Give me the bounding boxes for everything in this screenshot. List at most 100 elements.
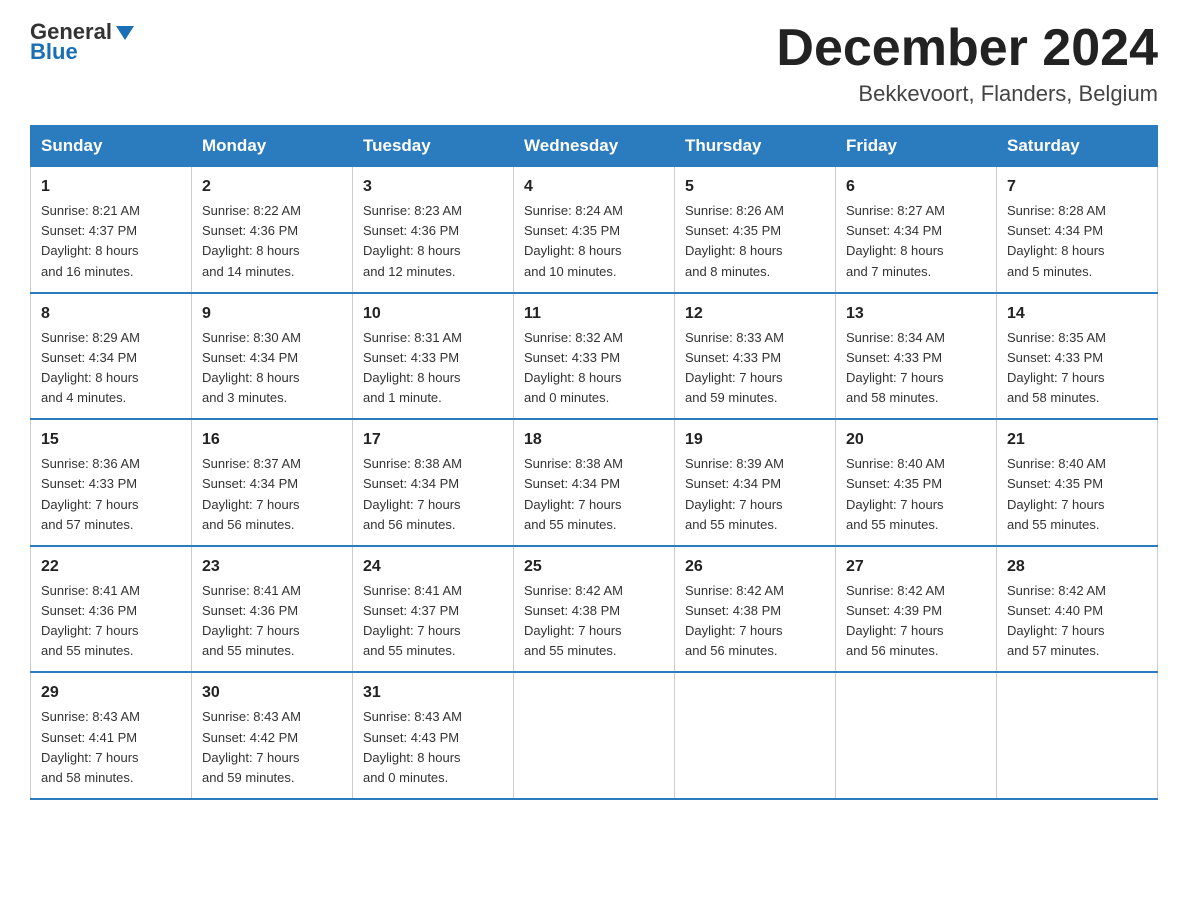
day-cell-25: 25Sunrise: 8:42 AM Sunset: 4:38 PM Dayli… bbox=[514, 546, 675, 673]
day-cell-26: 26Sunrise: 8:42 AM Sunset: 4:38 PM Dayli… bbox=[675, 546, 836, 673]
day-info: Sunrise: 8:42 AM Sunset: 4:39 PM Dayligh… bbox=[846, 581, 986, 662]
day-cell-19: 19Sunrise: 8:39 AM Sunset: 4:34 PM Dayli… bbox=[675, 419, 836, 546]
day-number: 6 bbox=[846, 175, 986, 199]
day-info: Sunrise: 8:43 AM Sunset: 4:42 PM Dayligh… bbox=[202, 707, 342, 788]
day-number: 21 bbox=[1007, 428, 1147, 452]
day-number: 22 bbox=[41, 555, 181, 579]
week-row-3: 15Sunrise: 8:36 AM Sunset: 4:33 PM Dayli… bbox=[31, 419, 1158, 546]
day-info: Sunrise: 8:29 AM Sunset: 4:34 PM Dayligh… bbox=[41, 328, 181, 409]
day-info: Sunrise: 8:40 AM Sunset: 4:35 PM Dayligh… bbox=[846, 454, 986, 535]
day-number: 14 bbox=[1007, 302, 1147, 326]
week-row-2: 8Sunrise: 8:29 AM Sunset: 4:34 PM Daylig… bbox=[31, 293, 1158, 420]
day-info: Sunrise: 8:42 AM Sunset: 4:40 PM Dayligh… bbox=[1007, 581, 1147, 662]
day-info: Sunrise: 8:27 AM Sunset: 4:34 PM Dayligh… bbox=[846, 201, 986, 282]
day-cell-13: 13Sunrise: 8:34 AM Sunset: 4:33 PM Dayli… bbox=[836, 293, 997, 420]
day-cell-29: 29Sunrise: 8:43 AM Sunset: 4:41 PM Dayli… bbox=[31, 672, 192, 799]
logo: General Blue bbox=[30, 20, 136, 64]
day-cell-18: 18Sunrise: 8:38 AM Sunset: 4:34 PM Dayli… bbox=[514, 419, 675, 546]
day-number: 5 bbox=[685, 175, 825, 199]
day-info: Sunrise: 8:30 AM Sunset: 4:34 PM Dayligh… bbox=[202, 328, 342, 409]
week-row-4: 22Sunrise: 8:41 AM Sunset: 4:36 PM Dayli… bbox=[31, 546, 1158, 673]
day-cell-3: 3Sunrise: 8:23 AM Sunset: 4:36 PM Daylig… bbox=[353, 167, 514, 293]
day-number: 3 bbox=[363, 175, 503, 199]
location-subtitle: Bekkevoort, Flanders, Belgium bbox=[776, 81, 1158, 107]
day-cell-15: 15Sunrise: 8:36 AM Sunset: 4:33 PM Dayli… bbox=[31, 419, 192, 546]
day-cell-2: 2Sunrise: 8:22 AM Sunset: 4:36 PM Daylig… bbox=[192, 167, 353, 293]
day-info: Sunrise: 8:31 AM Sunset: 4:33 PM Dayligh… bbox=[363, 328, 503, 409]
day-cell-22: 22Sunrise: 8:41 AM Sunset: 4:36 PM Dayli… bbox=[31, 546, 192, 673]
day-info: Sunrise: 8:43 AM Sunset: 4:41 PM Dayligh… bbox=[41, 707, 181, 788]
day-info: Sunrise: 8:33 AM Sunset: 4:33 PM Dayligh… bbox=[685, 328, 825, 409]
empty-cell bbox=[836, 672, 997, 799]
day-cell-30: 30Sunrise: 8:43 AM Sunset: 4:42 PM Dayli… bbox=[192, 672, 353, 799]
day-number: 4 bbox=[524, 175, 664, 199]
title-block: December 2024 Bekkevoort, Flanders, Belg… bbox=[776, 20, 1158, 107]
day-cell-11: 11Sunrise: 8:32 AM Sunset: 4:33 PM Dayli… bbox=[514, 293, 675, 420]
day-info: Sunrise: 8:41 AM Sunset: 4:36 PM Dayligh… bbox=[202, 581, 342, 662]
day-number: 29 bbox=[41, 681, 181, 705]
day-info: Sunrise: 8:28 AM Sunset: 4:34 PM Dayligh… bbox=[1007, 201, 1147, 282]
day-info: Sunrise: 8:35 AM Sunset: 4:33 PM Dayligh… bbox=[1007, 328, 1147, 409]
day-info: Sunrise: 8:32 AM Sunset: 4:33 PM Dayligh… bbox=[524, 328, 664, 409]
empty-cell bbox=[997, 672, 1158, 799]
day-info: Sunrise: 8:42 AM Sunset: 4:38 PM Dayligh… bbox=[524, 581, 664, 662]
day-number: 25 bbox=[524, 555, 664, 579]
day-cell-28: 28Sunrise: 8:42 AM Sunset: 4:40 PM Dayli… bbox=[997, 546, 1158, 673]
day-number: 13 bbox=[846, 302, 986, 326]
day-cell-10: 10Sunrise: 8:31 AM Sunset: 4:33 PM Dayli… bbox=[353, 293, 514, 420]
day-info: Sunrise: 8:36 AM Sunset: 4:33 PM Dayligh… bbox=[41, 454, 181, 535]
day-info: Sunrise: 8:39 AM Sunset: 4:34 PM Dayligh… bbox=[685, 454, 825, 535]
day-info: Sunrise: 8:37 AM Sunset: 4:34 PM Dayligh… bbox=[202, 454, 342, 535]
day-number: 31 bbox=[363, 681, 503, 705]
day-info: Sunrise: 8:41 AM Sunset: 4:36 PM Dayligh… bbox=[41, 581, 181, 662]
day-number: 12 bbox=[685, 302, 825, 326]
day-cell-4: 4Sunrise: 8:24 AM Sunset: 4:35 PM Daylig… bbox=[514, 167, 675, 293]
day-number: 28 bbox=[1007, 555, 1147, 579]
empty-cell bbox=[675, 672, 836, 799]
weekday-header-friday: Friday bbox=[836, 126, 997, 167]
weekday-header-saturday: Saturday bbox=[997, 126, 1158, 167]
day-number: 8 bbox=[41, 302, 181, 326]
weekday-header-sunday: Sunday bbox=[31, 126, 192, 167]
week-row-1: 1Sunrise: 8:21 AM Sunset: 4:37 PM Daylig… bbox=[31, 167, 1158, 293]
day-number: 2 bbox=[202, 175, 342, 199]
day-cell-9: 9Sunrise: 8:30 AM Sunset: 4:34 PM Daylig… bbox=[192, 293, 353, 420]
day-number: 1 bbox=[41, 175, 181, 199]
day-info: Sunrise: 8:21 AM Sunset: 4:37 PM Dayligh… bbox=[41, 201, 181, 282]
day-number: 19 bbox=[685, 428, 825, 452]
day-info: Sunrise: 8:41 AM Sunset: 4:37 PM Dayligh… bbox=[363, 581, 503, 662]
day-number: 30 bbox=[202, 681, 342, 705]
day-cell-6: 6Sunrise: 8:27 AM Sunset: 4:34 PM Daylig… bbox=[836, 167, 997, 293]
day-info: Sunrise: 8:42 AM Sunset: 4:38 PM Dayligh… bbox=[685, 581, 825, 662]
day-number: 27 bbox=[846, 555, 986, 579]
day-number: 18 bbox=[524, 428, 664, 452]
day-info: Sunrise: 8:38 AM Sunset: 4:34 PM Dayligh… bbox=[363, 454, 503, 535]
day-cell-17: 17Sunrise: 8:38 AM Sunset: 4:34 PM Dayli… bbox=[353, 419, 514, 546]
weekday-header-thursday: Thursday bbox=[675, 126, 836, 167]
day-number: 20 bbox=[846, 428, 986, 452]
day-cell-16: 16Sunrise: 8:37 AM Sunset: 4:34 PM Dayli… bbox=[192, 419, 353, 546]
weekday-header-tuesday: Tuesday bbox=[353, 126, 514, 167]
day-cell-14: 14Sunrise: 8:35 AM Sunset: 4:33 PM Dayli… bbox=[997, 293, 1158, 420]
day-number: 11 bbox=[524, 302, 664, 326]
day-cell-31: 31Sunrise: 8:43 AM Sunset: 4:43 PM Dayli… bbox=[353, 672, 514, 799]
day-number: 7 bbox=[1007, 175, 1147, 199]
day-cell-24: 24Sunrise: 8:41 AM Sunset: 4:37 PM Dayli… bbox=[353, 546, 514, 673]
day-info: Sunrise: 8:23 AM Sunset: 4:36 PM Dayligh… bbox=[363, 201, 503, 282]
day-cell-27: 27Sunrise: 8:42 AM Sunset: 4:39 PM Dayli… bbox=[836, 546, 997, 673]
day-number: 17 bbox=[363, 428, 503, 452]
day-number: 15 bbox=[41, 428, 181, 452]
week-row-5: 29Sunrise: 8:43 AM Sunset: 4:41 PM Dayli… bbox=[31, 672, 1158, 799]
weekday-header-row: SundayMondayTuesdayWednesdayThursdayFrid… bbox=[31, 126, 1158, 167]
day-cell-12: 12Sunrise: 8:33 AM Sunset: 4:33 PM Dayli… bbox=[675, 293, 836, 420]
day-info: Sunrise: 8:22 AM Sunset: 4:36 PM Dayligh… bbox=[202, 201, 342, 282]
calendar-table: SundayMondayTuesdayWednesdayThursdayFrid… bbox=[30, 125, 1158, 800]
day-number: 16 bbox=[202, 428, 342, 452]
day-info: Sunrise: 8:38 AM Sunset: 4:34 PM Dayligh… bbox=[524, 454, 664, 535]
day-info: Sunrise: 8:24 AM Sunset: 4:35 PM Dayligh… bbox=[524, 201, 664, 282]
day-number: 9 bbox=[202, 302, 342, 326]
day-number: 23 bbox=[202, 555, 342, 579]
day-cell-20: 20Sunrise: 8:40 AM Sunset: 4:35 PM Dayli… bbox=[836, 419, 997, 546]
page-header: General Blue December 2024 Bekkevoort, F… bbox=[30, 20, 1158, 107]
day-number: 24 bbox=[363, 555, 503, 579]
